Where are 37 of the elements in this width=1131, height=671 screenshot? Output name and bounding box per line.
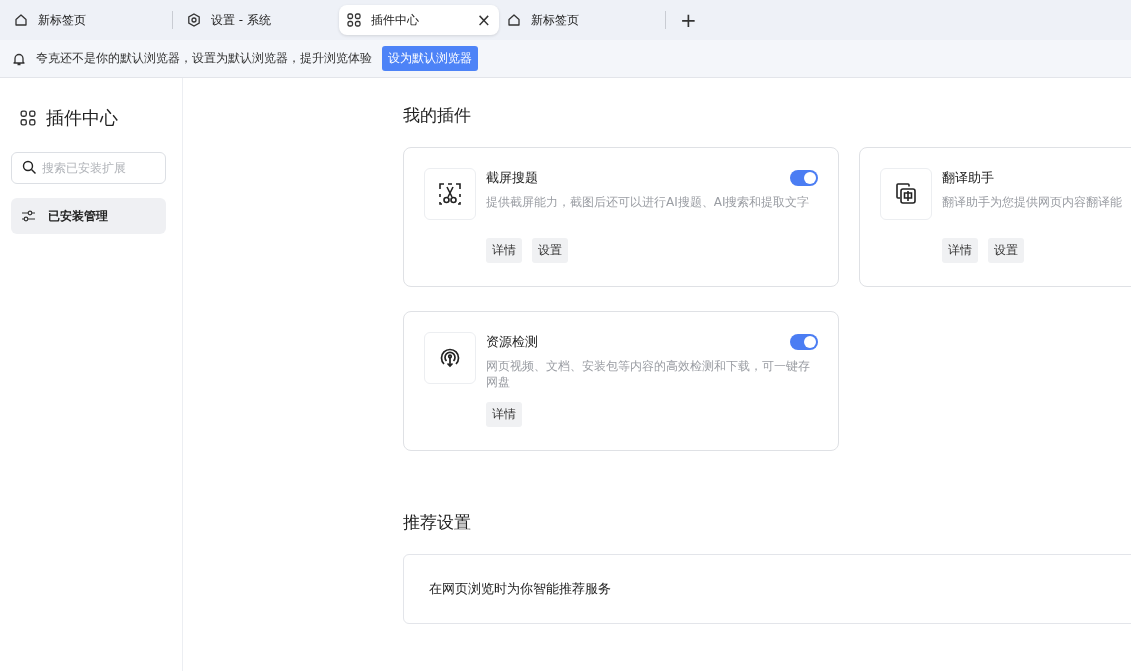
scissors-icon xyxy=(438,182,462,206)
close-tab-button[interactable]: × xyxy=(476,11,491,29)
plugin-description: 提供截屏能力，截图后还可以进行AI搜题、AI搜索和提取文字 xyxy=(486,194,811,211)
browser-tab[interactable]: 新标签页 xyxy=(499,5,659,35)
settings-button[interactable]: 设置 xyxy=(532,238,568,263)
set-default-button[interactable]: 设为默认浏览器 xyxy=(382,46,478,71)
sliders-icon xyxy=(21,210,36,222)
plugin-name: 截屏搜题 xyxy=(486,169,538,187)
section-heading: 推荐设置 xyxy=(403,511,472,534)
notice-text: 夸克还不是你的默认浏览器，设置为默认浏览器，提升浏览体验 xyxy=(36,50,372,67)
sidebar-title: 插件中心 xyxy=(46,106,118,130)
browser-tab[interactable]: 插件中心 × xyxy=(339,5,499,35)
translate-icon xyxy=(894,182,918,206)
details-button[interactable]: 详情 xyxy=(942,238,978,263)
plugin-description: 网页视频、文档、安装包等内容的高效检测和下载，可一键存网盘 xyxy=(486,358,811,391)
recommend-text: 在网页浏览时为你智能推荐服务 xyxy=(429,580,611,598)
plugin-name: 资源检测 xyxy=(486,333,538,351)
sidebar-item[interactable]: 已安装管理 xyxy=(11,198,166,234)
toggle-switch[interactable] xyxy=(790,170,818,186)
browser-tab[interactable]: 新标签页 xyxy=(6,5,166,35)
grid-icon xyxy=(20,110,36,126)
plugin-description: 翻译助手为您提供网页内容翻译能 xyxy=(942,194,1123,211)
details-button[interactable]: 详情 xyxy=(486,238,522,263)
broadcast-icon xyxy=(438,346,462,370)
bell-icon xyxy=(12,51,26,66)
plugin-name: 翻译助手 xyxy=(942,169,994,187)
home-icon xyxy=(507,13,521,27)
toggle-switch[interactable] xyxy=(790,334,818,350)
new-tab-button[interactable]: + xyxy=(680,10,697,30)
details-button[interactable]: 详情 xyxy=(486,402,522,427)
search-field[interactable]: 搜索已安装扩展 xyxy=(11,152,166,184)
settings-icon xyxy=(187,13,201,27)
settings-button[interactable]: 设置 xyxy=(988,238,1024,263)
grid-icon xyxy=(347,13,361,27)
section-heading: 我的插件 xyxy=(403,104,472,127)
home-icon xyxy=(14,13,28,27)
browser-tab[interactable]: 设置 - 系统 xyxy=(179,5,339,35)
